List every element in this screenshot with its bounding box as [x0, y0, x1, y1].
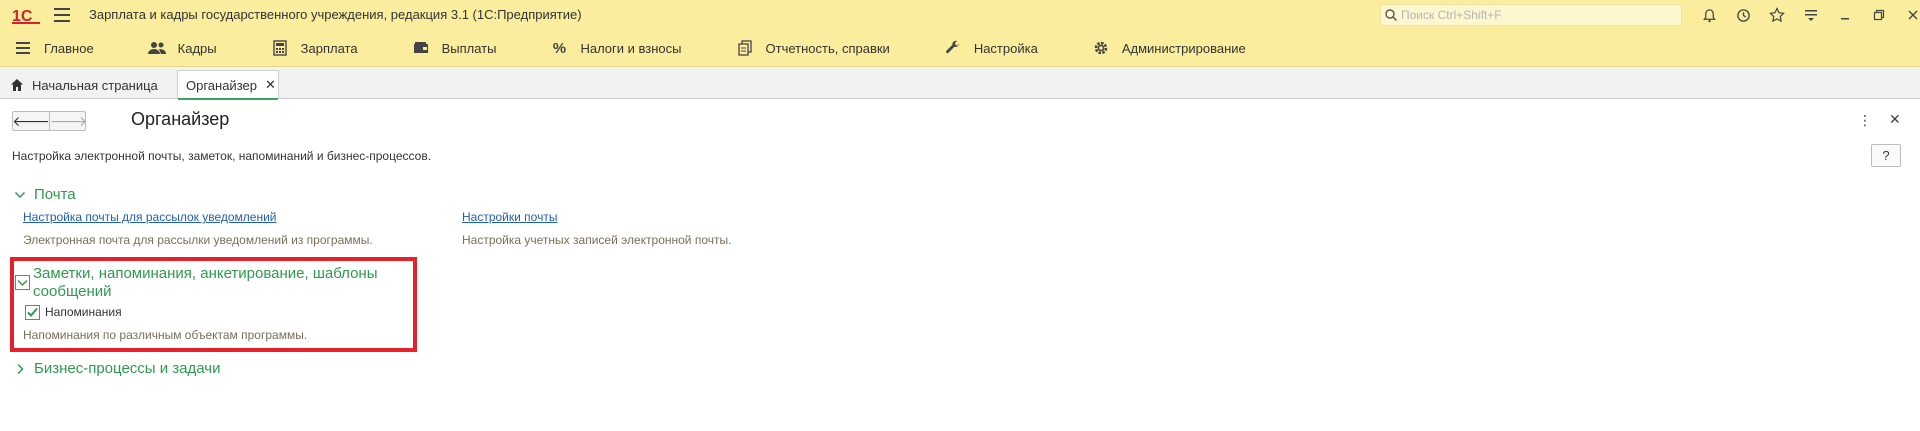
- svg-text:1С: 1С: [12, 8, 33, 24]
- section-payments[interactable]: Выплаты: [372, 30, 511, 67]
- section-admin[interactable]: Администрирование: [1052, 30, 1260, 67]
- percent-icon: %: [552, 39, 567, 57]
- home-icon: [11, 79, 23, 91]
- bell-icon[interactable]: [1692, 0, 1726, 30]
- mail-notifications-hint: Электронная почта для рассылки уведомлен…: [23, 233, 373, 247]
- section-settings[interactable]: Настройка: [904, 30, 1052, 67]
- title-bar: 1С Зарплата и кадры государственного учр…: [0, 0, 1920, 30]
- close-window-icon[interactable]: [1896, 0, 1920, 30]
- sections-panel: Главное Кадры Зарплата Выплаты % Налоги …: [0, 30, 1920, 67]
- star-icon[interactable]: [1760, 0, 1794, 30]
- section-label: Выплаты: [441, 40, 497, 56]
- section-hr[interactable]: Кадры: [108, 30, 231, 67]
- mail-settings-link[interactable]: Настройки почты: [462, 210, 557, 224]
- group-mail-header[interactable]: Почта: [14, 186, 76, 203]
- section-label: Администрирование: [1121, 40, 1246, 56]
- mail-notifications-link[interactable]: Настройка почты для рассылок уведомлений: [23, 210, 277, 224]
- menu-icon: [14, 39, 32, 57]
- section-label: Зарплата: [300, 40, 358, 56]
- chevron-down-icon: [17, 280, 28, 286]
- back-button[interactable]: 🡐: [12, 112, 50, 130]
- wallet-icon: [412, 39, 430, 57]
- reports-icon: [736, 39, 754, 57]
- titlebar-tools: [1692, 0, 1920, 30]
- reminders-checkbox-label[interactable]: Напоминания: [45, 305, 122, 319]
- mail-settings-hint: Настройка учетных записей электронной по…: [462, 233, 732, 247]
- reminders-checkbox[interactable]: [25, 305, 40, 320]
- group-notes-toggle[interactable]: [15, 275, 30, 290]
- group-notes-title: Заметки, напоминания, анкетирование, шаб…: [33, 265, 378, 300]
- search-input[interactable]: [1401, 8, 1671, 22]
- help-button[interactable]: ?: [1871, 144, 1901, 167]
- tab-label: Органайзер: [186, 77, 257, 93]
- people-icon: [147, 39, 166, 57]
- chevron-right-icon: [17, 363, 24, 374]
- minimize-icon[interactable]: [1828, 0, 1862, 30]
- section-label: Отчетность, справки: [765, 40, 890, 56]
- close-form-icon[interactable]: ✕: [1889, 111, 1901, 128]
- search-box[interactable]: [1380, 4, 1682, 26]
- 1c-logo-icon: 1С: [12, 8, 40, 24]
- open-windows-tabs: Начальная страница Органайзер ✕: [0, 67, 1920, 100]
- search-icon: [1385, 9, 1397, 21]
- main-menu-icon[interactable]: [54, 8, 70, 22]
- group-title: Почта: [34, 186, 76, 203]
- tab-home[interactable]: Начальная страница: [0, 71, 168, 99]
- calculator-icon: [271, 39, 289, 57]
- app-title: Зарплата и кадры государственного учрежд…: [89, 7, 582, 22]
- reminders-hint: Напоминания по различным объектам програ…: [23, 328, 308, 342]
- settings-list-icon[interactable]: [1794, 0, 1828, 30]
- section-taxes[interactable]: % Налоги и взносы: [510, 30, 695, 67]
- form-description: Настройка электронной почты, заметок, на…: [12, 149, 432, 163]
- section-label: Налоги и взносы: [580, 40, 682, 56]
- checkmark-icon: [27, 307, 38, 317]
- more-icon[interactable]: ⋮: [1858, 112, 1872, 129]
- gear-icon: [1092, 39, 1110, 57]
- forward-button[interactable]: 🡒: [50, 112, 88, 130]
- group-title: Бизнес-процессы и задачи: [34, 360, 221, 377]
- section-salary[interactable]: Зарплата: [231, 30, 372, 67]
- history-navigation: 🡐 🡒: [12, 111, 88, 131]
- section-reports[interactable]: Отчетность, справки: [696, 30, 904, 67]
- wrench-icon: [944, 39, 962, 57]
- section-label: Главное: [44, 40, 94, 56]
- section-main[interactable]: Главное: [0, 30, 108, 67]
- tab-label: Начальная страница: [32, 77, 158, 93]
- page-title: Органайзер: [131, 109, 230, 129]
- chevron-down-icon: [14, 191, 26, 198]
- section-label: Настройка: [973, 40, 1038, 56]
- group-bp-header[interactable]: Бизнес-процессы и задачи: [14, 360, 220, 377]
- history-icon[interactable]: [1726, 0, 1760, 30]
- restore-icon[interactable]: [1862, 0, 1896, 30]
- close-tab-icon[interactable]: ✕: [265, 77, 276, 93]
- tab-organizer[interactable]: Органайзер ✕: [177, 70, 279, 100]
- section-label: Кадры: [177, 40, 217, 56]
